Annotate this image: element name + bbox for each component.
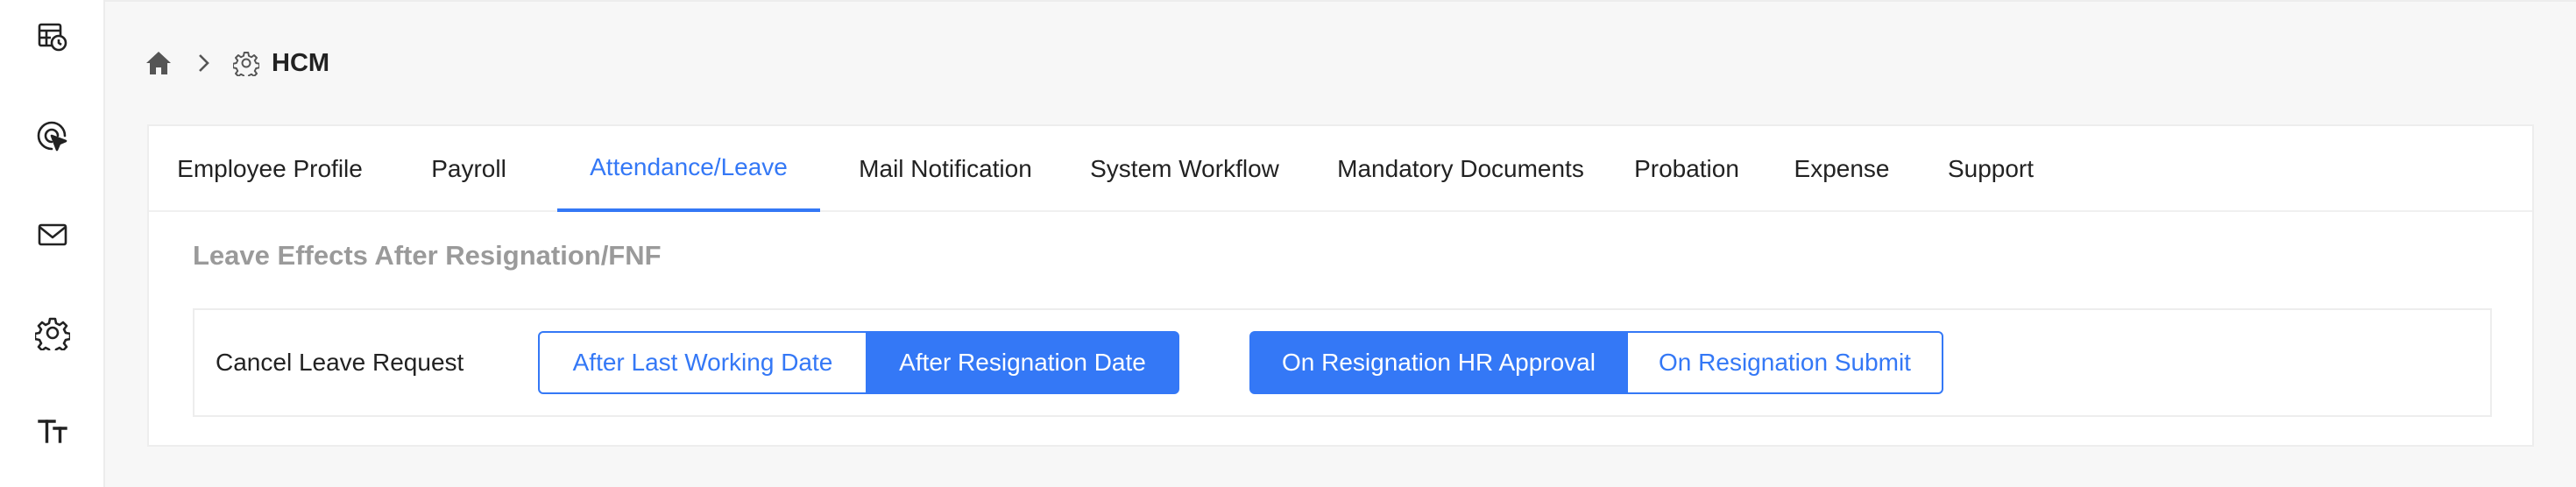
settings-card: Employee Profile Payroll Attendance/Leav…: [147, 124, 2534, 447]
tab-system-workflow[interactable]: System Workflow: [1076, 126, 1293, 212]
home-icon[interactable]: [144, 48, 173, 78]
text-size-icon[interactable]: [32, 410, 74, 452]
tab-bar: Employee Profile Payroll Attendance/Leav…: [149, 126, 2532, 212]
tab-mandatory-documents[interactable]: Mandatory Documents: [1325, 126, 1596, 212]
chevron-right-icon: [188, 48, 219, 78]
tab-mail-notification[interactable]: Mail Notification: [846, 126, 1044, 212]
option-on-resignation-hr-approval[interactable]: On Resignation HR Approval: [1249, 331, 1628, 394]
option-on-resignation-submit[interactable]: On Resignation Submit: [1626, 331, 1943, 394]
section-title: Leave Effects After Resignation/FNF: [193, 240, 662, 271]
option-after-last-working-date[interactable]: After Last Working Date: [538, 331, 867, 394]
gear-icon: [231, 48, 261, 78]
tab-support[interactable]: Support: [1931, 126, 2050, 212]
setting-row: Cancel Leave Request After Last Working …: [193, 308, 2492, 417]
sidebar: [0, 0, 105, 487]
tab-employee-profile[interactable]: Employee Profile: [175, 126, 364, 212]
tab-probation[interactable]: Probation: [1626, 126, 1747, 212]
table-clock-icon[interactable]: [32, 16, 74, 58]
gear-icon[interactable]: [32, 312, 74, 354]
top-divider: [105, 0, 2576, 2]
breadcrumb-label: HCM: [272, 48, 330, 77]
target-cursor-icon[interactable]: [32, 116, 74, 158]
option-after-resignation-date[interactable]: After Resignation Date: [866, 331, 1179, 394]
tab-payroll[interactable]: Payroll: [412, 126, 526, 212]
mail-icon[interactable]: [32, 214, 74, 256]
setting-label: Cancel Leave Request: [216, 349, 464, 376]
tab-expense[interactable]: Expense: [1780, 126, 1903, 212]
tab-attendance-leave[interactable]: Attendance/Leave: [557, 126, 820, 212]
breadcrumb: HCM: [144, 46, 329, 81]
